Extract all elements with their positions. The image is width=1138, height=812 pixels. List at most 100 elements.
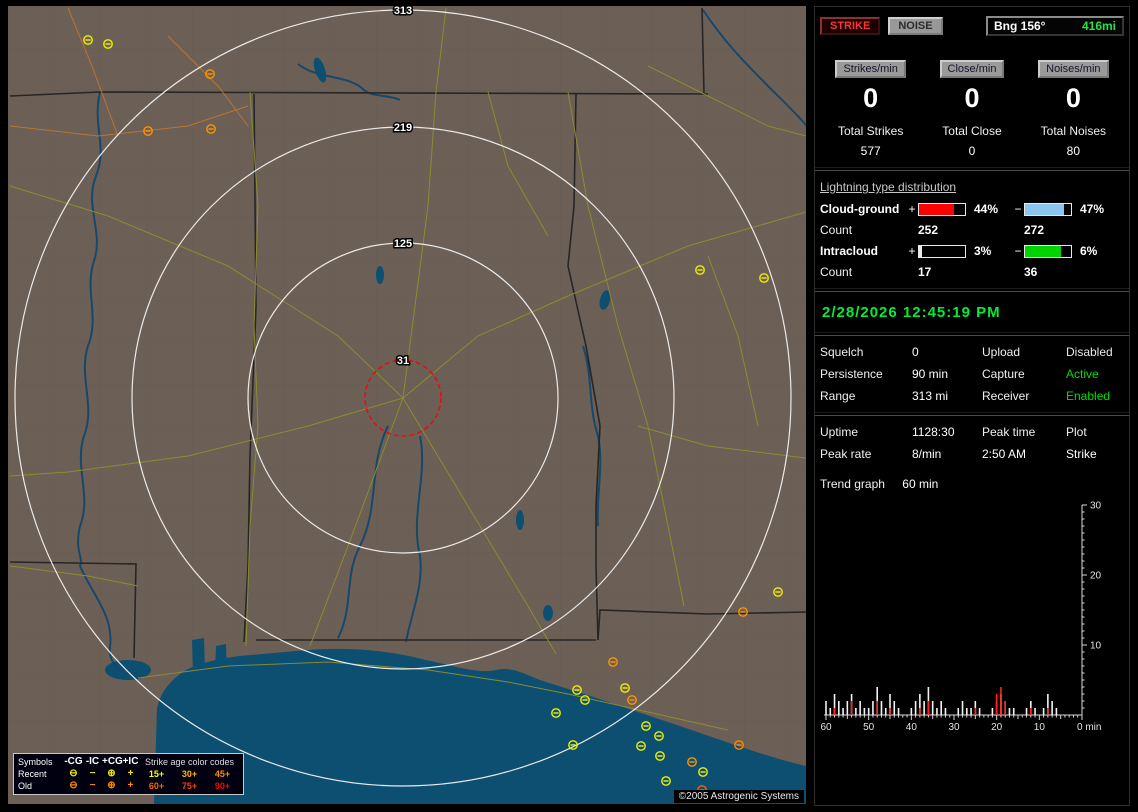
range-value: 313 mi — [912, 389, 949, 403]
toolbar: STRIKE NOISE Bng 156° 416mi — [820, 16, 1124, 36]
svg-text:50: 50 — [863, 722, 875, 733]
ic-minus-pct: 6% — [1080, 244, 1098, 258]
uptime-value: 1128:30 — [912, 425, 955, 439]
receiver-value: Enabled — [1066, 389, 1111, 403]
stats-grid: Uptime 1128:30 Peak time Plot Peak rate … — [820, 425, 1124, 461]
trend-graph-header: Trend graph 60 min — [820, 477, 1124, 491]
cloud-ground-count-row: Count 252 272 — [820, 223, 1124, 237]
nexstorm-window: 313 219 125 31 Symbols -CG -IC +CG +IC Stri… — [0, 0, 1138, 812]
total-noises-value: 80 — [1066, 144, 1080, 158]
trend-window-value: 60 min — [902, 477, 939, 491]
plus-sign: + — [908, 202, 916, 216]
receiver-label: Receiver — [982, 389, 1030, 403]
strikes-per-min: Strikes/min 0 — [820, 60, 921, 114]
legend-col-pos-cg: +CG — [102, 756, 123, 767]
divider — [815, 167, 1129, 171]
lightning-map[interactable]: 313 219 125 31 Symbols -CG -IC +CG +IC Stri… — [8, 6, 806, 804]
trend-graph: 60 50 40 30 20 10 0 min 10 20 30 — [820, 501, 1101, 734]
recent-neg-cg-icon: ⊖ — [69, 768, 78, 779]
plus-sign: + — [908, 244, 916, 258]
legend-col-neg-ic: -IC — [85, 756, 100, 767]
svg-text:60: 60 — [820, 722, 832, 733]
divider — [815, 412, 1129, 416]
svg-text:125: 125 — [394, 238, 412, 250]
squelch-value: 0 — [912, 345, 919, 359]
persistence-value: 90 min — [912, 367, 949, 381]
bearing-display[interactable]: Bng 156° 416mi — [986, 16, 1124, 36]
ic-minus-count: 36 — [1024, 265, 1038, 279]
legend-old-label: Old — [18, 781, 33, 791]
peak-rate-value: 8/min — [912, 447, 942, 461]
count-label: Count — [820, 265, 853, 279]
distribution-title: Lightning type distribution — [820, 180, 957, 194]
total-strikes-value: 577 — [860, 144, 881, 158]
peak-time-label: Peak time — [982, 425, 1036, 439]
total-noises-label: Total Noises — [1040, 124, 1107, 138]
intracloud-label: Intracloud — [820, 244, 879, 258]
range-label: Range — [820, 389, 856, 403]
capture-label: Capture — [982, 367, 1025, 381]
intracloud-count-row: Count 17 36 — [820, 265, 1124, 279]
strike-button[interactable]: STRIKE — [820, 17, 881, 35]
datetime-display: 2/28/2026 12:45:19 PM — [822, 304, 1001, 321]
divider — [815, 332, 1129, 336]
cg-minus-count: 272 — [1024, 223, 1045, 237]
total-strikes: Total Strikes 577 — [820, 124, 921, 158]
age-code-60: 60+ — [148, 781, 165, 791]
ic-plus-count: 17 — [918, 265, 932, 279]
legend-recent-row: Recent ⊖ − ⊕ + 15+ 30+ 45+ — [18, 768, 239, 780]
old-neg-cg-icon: ⊖ — [69, 780, 78, 791]
rates-row: Strikes/min 0 Close/min 0 Noises/min 0 — [820, 60, 1124, 114]
count-label: Count — [820, 223, 853, 237]
minus-sign: − — [1014, 202, 1022, 216]
svg-text:10: 10 — [1034, 722, 1046, 733]
total-close-value: 0 — [968, 144, 976, 158]
total-close-label: Total Close — [942, 124, 1002, 138]
strikes-per-min-button[interactable]: Strikes/min — [835, 60, 906, 78]
peak-time-value: 2:50 AM — [982, 447, 1027, 461]
recent-pos-cg-icon: ⊕ — [107, 768, 116, 779]
legend-header-row: Symbols -CG -IC +CG +IC Strike age color… — [18, 756, 239, 768]
cloud-ground-label: Cloud-ground — [820, 202, 900, 216]
noises-per-min-value: 0 — [1065, 83, 1081, 113]
totals-row: Total Strikes 577 Total Close 0 Total No… — [820, 124, 1124, 158]
plot-value: Strike — [1066, 447, 1097, 461]
svg-text:40: 40 — [906, 722, 918, 733]
status-panel: STRIKE NOISE Bng 156° 416mi Strikes/min … — [814, 6, 1130, 806]
divider — [815, 288, 1129, 292]
cg-minus-bar — [1024, 202, 1072, 216]
close-per-min-value: 0 — [964, 83, 980, 113]
persistence-label: Persistence — [820, 367, 883, 381]
bearing-label: Bng 156° — [994, 19, 1046, 33]
total-noises: Total Noises 80 — [1023, 124, 1124, 158]
peak-rate-label: Peak rate — [820, 447, 872, 461]
old-neg-ic-icon: − — [89, 780, 96, 791]
legend-col-neg-cg: -CG — [64, 756, 83, 767]
intracloud-row: Intracloud + 3% − 6% — [820, 244, 1124, 258]
svg-text:313: 313 — [394, 6, 412, 17]
bearing-distance: 416mi — [1081, 19, 1116, 33]
status-grid: Squelch 0 Upload Disabled Persistence 90… — [820, 345, 1124, 403]
legend-col-pos-ic: +IC — [122, 756, 139, 767]
minus-sign: − — [1014, 244, 1022, 258]
trend-graph-label: Trend graph — [820, 477, 885, 491]
upload-label: Upload — [982, 345, 1021, 359]
noises-per-min: Noises/min 0 — [1023, 60, 1124, 114]
svg-text:31: 31 — [397, 355, 409, 367]
old-pos-ic-icon: + — [127, 780, 134, 791]
squelch-label: Squelch — [820, 345, 864, 359]
noise-button[interactable]: NOISE — [888, 17, 943, 35]
svg-text:219: 219 — [394, 122, 412, 134]
cg-plus-count: 252 — [918, 223, 939, 237]
age-code-90: 90+ — [214, 781, 231, 791]
copyright-notice: ©2005 Astrogenic Systems — [673, 790, 804, 803]
legend-age-header: Strike age color codes — [144, 757, 235, 767]
age-code-15: 15+ — [148, 769, 165, 779]
age-code-30: 30+ — [181, 769, 198, 779]
close-per-min-button[interactable]: Close/min — [939, 60, 1005, 78]
ic-plus-pct: 3% — [974, 244, 992, 258]
old-pos-cg-icon: ⊕ — [107, 780, 116, 791]
cg-plus-pct: 44% — [974, 202, 999, 216]
recent-neg-ic-icon: − — [89, 768, 96, 779]
noises-per-min-button[interactable]: Noises/min — [1038, 60, 1109, 78]
